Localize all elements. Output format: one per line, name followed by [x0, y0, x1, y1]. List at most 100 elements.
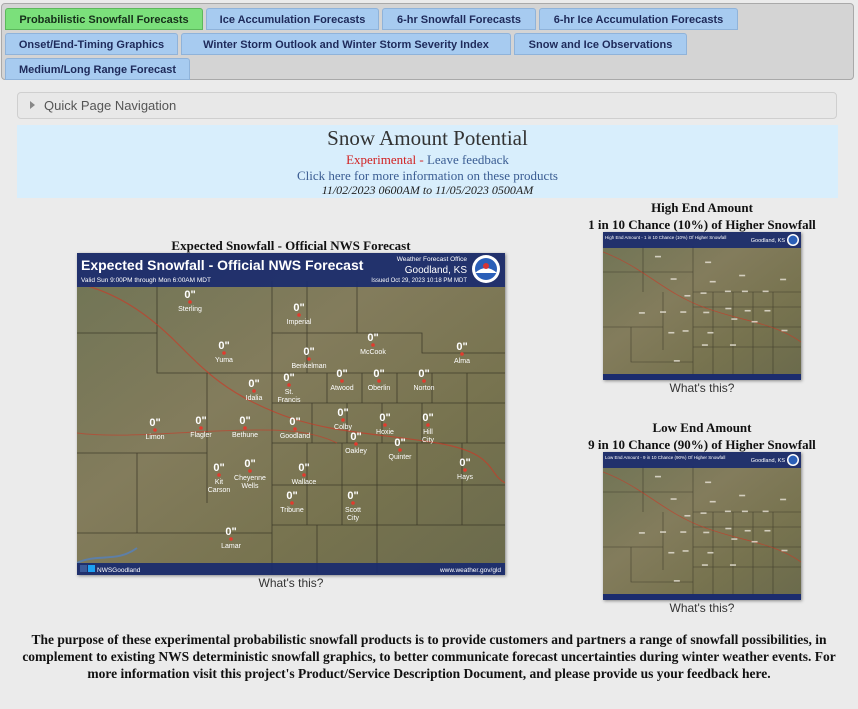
city-name: Wallace	[292, 479, 317, 486]
city-dot	[340, 379, 344, 383]
product-description-link[interactable]: Product/Service Description Document	[298, 666, 523, 681]
tab-6hr-snowfall[interactable]: 6-hr Snowfall Forecasts	[382, 8, 536, 30]
city-snow-value: 0"	[367, 332, 378, 344]
tab-medium-long-range[interactable]: Medium/Long Range Forecast	[5, 58, 190, 80]
experimental-label: Experimental	[346, 152, 417, 167]
product-tabs: Probabilistic Snowfall Forecasts Ice Acc…	[1, 3, 854, 80]
city-name: Alma	[454, 358, 470, 365]
tab-6hr-ice-accumulation[interactable]: 6-hr Ice Accumulation Forecasts	[539, 8, 738, 30]
city-dot	[422, 379, 426, 383]
thumb-city-mark	[729, 564, 736, 566]
thumb-city-mark	[654, 255, 661, 258]
leave-feedback-link[interactable]: Leave feedback	[427, 152, 509, 167]
expected-whats-this-link[interactable]: What's this?	[77, 576, 505, 590]
tab-snow-ice-observations[interactable]: Snow and Ice Observations	[514, 33, 687, 55]
high-end-caption-line2: 1 in 10 Chance (10%) of Higher Snowfall	[588, 217, 816, 232]
city-dot	[460, 352, 464, 356]
thumb-city-mark	[780, 498, 787, 501]
thumb-city-mark	[680, 311, 687, 313]
page-title: Snow Amount Potential	[327, 126, 528, 150]
thumb-city-mark	[724, 510, 731, 513]
thumb-city-mark	[660, 311, 667, 313]
city-snow-value: 0"	[379, 412, 390, 424]
thumb-city-mark	[703, 531, 710, 534]
city-snow-value: 0"	[286, 490, 297, 502]
city-dot	[307, 357, 311, 361]
facebook-icon	[80, 565, 87, 572]
triangle-right-icon	[30, 101, 35, 109]
city-name: Imperial	[287, 319, 312, 326]
city-dot	[341, 418, 345, 422]
tab-ice-accumulation[interactable]: Ice Accumulation Forecasts	[206, 8, 379, 30]
city-snow-value: 0"	[303, 346, 314, 358]
city-snow-value: 0"	[459, 457, 470, 469]
city-name: St.	[285, 389, 294, 396]
city-snow-value: 0"	[347, 490, 358, 502]
thumb-city-mark	[744, 309, 751, 312]
thumb-city-mark	[780, 278, 787, 281]
thumb-city-mark	[673, 360, 680, 362]
city-name: McCook	[360, 349, 386, 356]
thumb-city-mark	[670, 498, 677, 500]
map-title-text: Expected Snowfall - Official NWS Forecas…	[81, 257, 364, 273]
high-end-map-office: Goodland, KS	[751, 238, 786, 244]
city-dot	[371, 343, 375, 347]
tab-probabilistic-snowfall[interactable]: Probabilistic Snowfall Forecasts	[5, 8, 203, 30]
thumb-city-mark	[725, 527, 732, 530]
city-name: Idalia	[246, 395, 263, 402]
city-name: Atwood	[330, 385, 353, 392]
feedback-here-link[interactable]: here	[742, 666, 767, 681]
purpose-text-end: .	[767, 666, 771, 681]
thumb-city-mark	[762, 510, 769, 513]
city-snow-value: 0"	[283, 372, 294, 384]
thumb-city-mark	[673, 580, 680, 582]
thumb-city-mark	[781, 549, 788, 552]
map-office-line: Weather Forecast Office	[397, 256, 468, 263]
tab-onset-end-timing[interactable]: Onset/End-Timing Graphics	[5, 33, 178, 55]
thumb-city-mark	[682, 550, 689, 552]
city-snow-value: 0"	[293, 302, 304, 314]
high-end-whats-this-link[interactable]: What's this?	[603, 381, 801, 395]
thumb-city-mark	[682, 330, 689, 332]
city-dot	[252, 389, 256, 393]
city-name: Hoxie	[376, 429, 394, 436]
city-name: Scott	[345, 507, 361, 514]
low-end-map[interactable]: Low End Amount - 9 in 10 Chance (90%) Of…	[603, 452, 801, 600]
city-dot	[199, 426, 203, 430]
tab-winter-storm-outlook[interactable]: Winter Storm Outlook and Winter Storm Se…	[181, 33, 511, 55]
city-snow-value: 0"	[418, 368, 429, 380]
city-dot	[287, 383, 291, 387]
thumb-city-mark	[781, 329, 788, 332]
city-name: Wells	[242, 483, 259, 490]
city-snow-value: 0"	[149, 417, 160, 429]
city-snow-value: 0"	[336, 368, 347, 380]
city-snow-value: 0"	[394, 437, 405, 449]
map-social-handle: NWSGoodland	[97, 567, 141, 574]
expected-snowfall-map[interactable]: Expected Snowfall - Official NWS Forecas…	[77, 253, 505, 575]
more-info-link[interactable]: Click here for more information on these…	[17, 168, 838, 184]
city-dot	[153, 428, 157, 432]
quick-page-navigation[interactable]: Quick Page Navigation	[17, 92, 837, 119]
city-name: Quinter	[389, 454, 413, 461]
thumb-city-mark	[701, 564, 708, 566]
thumb-city-mark	[707, 551, 714, 554]
thumb-city-mark	[739, 494, 746, 497]
low-end-caption-line1: Low End Amount	[652, 420, 752, 435]
city-name: City	[422, 437, 435, 444]
high-end-map-graphic: High End Amount - 1 in 10 Chance (10%) O…	[603, 232, 801, 380]
city-snow-value: 0"	[225, 526, 236, 538]
low-end-whats-this-link[interactable]: What's this?	[603, 601, 801, 615]
thumb-city-mark	[751, 540, 758, 543]
high-end-map[interactable]: High End Amount - 1 in 10 Chance (10%) O…	[603, 232, 801, 380]
thumb-city-mark	[731, 318, 738, 320]
thumb-city-mark	[705, 481, 712, 484]
thumb-city-mark	[668, 551, 675, 554]
twitter-icon	[88, 565, 95, 572]
map-valid-text: Valid Sun 9:00PM through Mon 6:00AM MDT	[81, 277, 211, 284]
low-end-map-office: Goodland, KS	[751, 458, 786, 464]
city-name: Benkelman	[291, 363, 326, 370]
city-snow-value: 0"	[244, 458, 255, 470]
city-snow-value: 0"	[248, 378, 259, 390]
city-dot	[354, 442, 358, 446]
city-name: Lamar	[221, 543, 242, 550]
